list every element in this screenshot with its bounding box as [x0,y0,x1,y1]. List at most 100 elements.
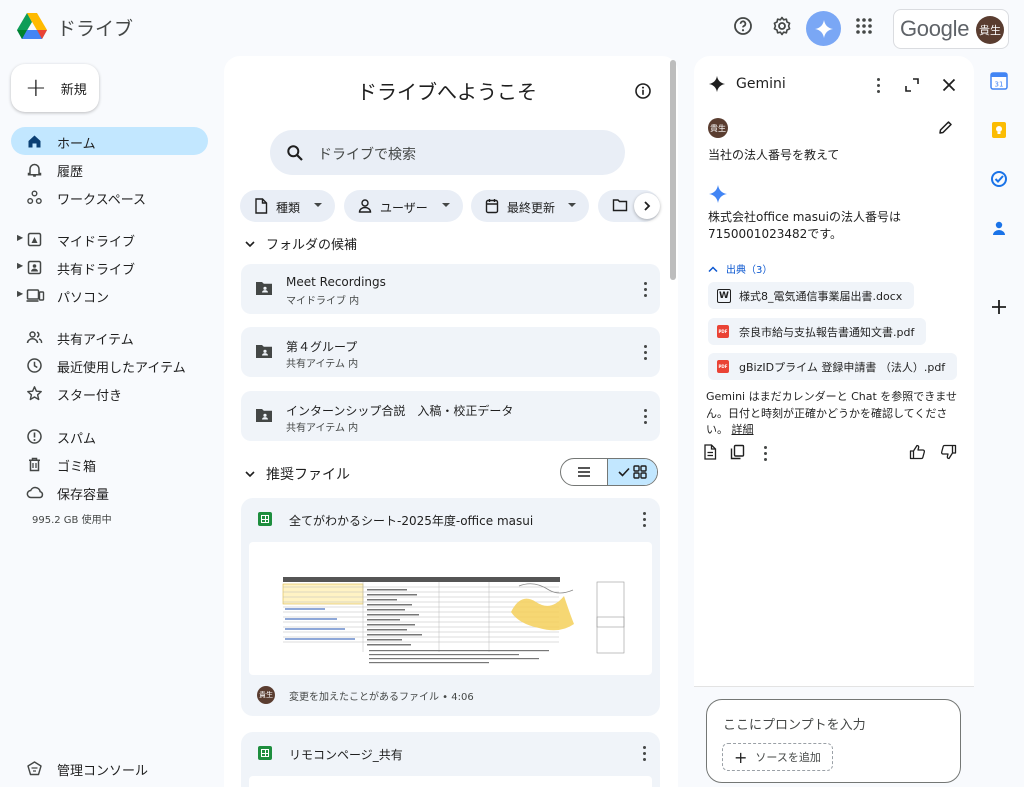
sidebar-item-home[interactable]: ホーム [11,127,208,155]
more-options-icon[interactable] [643,746,647,764]
check-icon [618,467,630,477]
expand-arrow-icon[interactable]: ▶ [17,233,23,242]
shared-folder-icon [255,343,273,359]
file-card[interactable]: リモコンページ_共有 [241,732,660,787]
filter-chip-type[interactable]: 種類 [240,190,335,222]
gemini-spark-icon [708,75,726,93]
more-options-icon[interactable] [644,345,648,363]
clock-icon [26,357,43,374]
prompt-input[interactable]: ここにプロンプトを入力 + ソースを追加 [706,699,961,783]
folder-card[interactable]: Meet Recordings マイドライブ 内 [241,264,660,314]
search-bar[interactable]: ドライブで検索 [270,130,625,175]
shared-folder-icon [255,407,273,423]
chevron-down-icon [245,240,255,247]
sidebar-item-shared-drives[interactable]: ▶ 共有ドライブ [11,253,208,281]
expand-icon[interactable] [905,78,919,92]
bell-icon [26,161,43,178]
folder-name: 第４グループ [286,340,358,354]
add-source-button[interactable]: + ソースを追加 [722,743,833,771]
search-icon [286,144,304,162]
export-doc-icon[interactable] [703,444,717,460]
sidebar-item-recent[interactable]: 最近使用したアイテム [11,351,208,379]
sidebar-item-spam[interactable]: スパム [11,422,208,450]
edit-pencil-icon[interactable] [938,120,953,135]
user-avatar: 貴生 [708,118,728,138]
more-options-icon[interactable] [644,409,648,427]
details-link[interactable]: 詳細 [732,423,754,436]
search-placeholder: ドライブで検索 [318,147,416,163]
file-thumbnail[interactable] [249,542,652,675]
thumbs-up-icon[interactable] [909,444,926,460]
source-chip[interactable]: PDF gBizIDプライム 登録申請書 （法人）.pdf [708,353,958,380]
info-icon[interactable] [634,82,652,100]
file-card[interactable]: 全てがわかるシート-2025年度-office masui 貴生 変更を加えたこ… [241,498,660,716]
folder-suggestions-header[interactable]: フォルダの候補 [244,234,357,253]
gemini-spark-icon [814,19,833,38]
plus-icon: + [25,73,47,103]
suggested-files-header[interactable]: 推奨ファイル [244,464,350,484]
sidebar-item-my-drive[interactable]: ▶ マイドライブ [11,225,208,253]
drive-logo-icon[interactable] [16,12,48,42]
file-activity: 貴生 変更を加えたことがあるファイル • 4:06 [257,686,474,704]
source-chip[interactable]: W 様式8_電気通信事業届出書.docx [708,282,915,309]
google-brand: Google [900,16,970,41]
star-icon [26,385,43,402]
more-options-icon[interactable] [643,512,647,530]
keep-app-icon[interactable] [990,121,1008,139]
account-avatar[interactable]: 貴生 [976,16,1004,44]
admin-shield-icon [26,760,43,777]
file-title: リモコンページ_共有 [289,748,403,762]
thumbs-down-icon[interactable] [940,444,957,460]
filter-chip-user[interactable]: ユーザー [344,190,463,222]
gemini-toggle-button[interactable] [806,11,841,46]
settings-gear-icon[interactable] [770,14,794,38]
sources-toggle[interactable]: 出典（3） [708,261,772,276]
google-sheets-icon [258,746,272,760]
admin-console-link[interactable]: 管理コンソール [11,754,208,782]
folder-card[interactable]: インターンシップ合説 入稿・校正データ 共有アイテム 内 [241,391,660,441]
expand-arrow-icon[interactable]: ▶ [17,261,23,270]
owner-avatar: 貴生 [257,686,275,704]
folder-location: 共有アイテム 内 [286,423,359,434]
folder-name: Meet Recordings [286,275,386,289]
tasks-app-icon[interactable] [990,170,1008,188]
sidebar-item-workspaces[interactable]: ワークスペース [11,183,208,211]
sidebar-item-starred[interactable]: スター付き [11,379,208,407]
main-scrollbar[interactable] [670,60,676,280]
list-view-button[interactable] [561,459,609,485]
file-card-header: リモコンページ_共有 [241,732,660,774]
dropdown-caret-icon [442,203,450,207]
view-toggle[interactable] [560,458,658,486]
more-options-icon[interactable] [644,282,648,300]
folder-location: 共有アイテム 内 [286,359,359,370]
source-chip[interactable]: PDF 奈良市給与支払報告書通知文書.pdf [708,318,927,345]
sidebar-item-storage[interactable]: 保存容量 [11,478,208,506]
apps-grid-icon[interactable] [852,14,876,38]
chevron-right-icon[interactable] [634,193,660,219]
shared-people-icon [26,329,43,346]
gemini-notice: Gemini はまだカレンダーと Chat を参照できません。日付と時刻が正確か… [706,390,957,436]
prompt-area: ここにプロンプトを入力 + ソースを追加 [694,686,974,787]
sidebar-item-shared-with-me[interactable]: 共有アイテム [11,323,208,351]
sidebar-item-trash[interactable]: ゴミ箱 [11,450,208,478]
add-addon-plus-icon[interactable] [990,298,1008,316]
copy-icon[interactable] [730,444,745,460]
home-icon [26,133,43,150]
folder-card[interactable]: 第４グループ 共有アイテム 内 [241,327,660,377]
sidebar-item-computers[interactable]: ▶ パソコン [11,281,208,309]
more-options-icon[interactable] [877,78,881,96]
calendar-icon [485,198,499,214]
close-icon[interactable] [942,78,956,92]
expand-arrow-icon[interactable]: ▶ [17,289,23,298]
sidebar-item-history[interactable]: 履歴 [11,155,208,183]
contacts-app-icon[interactable] [990,219,1008,237]
more-options-icon[interactable] [764,446,768,464]
gemini-answer: 株式会社office masuiの法人番号は7150001023482です。 [708,210,901,242]
filter-chip-modified[interactable]: 最終更新 [471,190,589,222]
new-button[interactable]: + 新規 [11,64,99,112]
grid-view-button[interactable] [608,459,657,485]
google-sheets-icon [258,512,272,526]
calendar-app-icon[interactable]: 31 [990,72,1008,90]
help-icon[interactable] [731,14,755,38]
file-thumbnail[interactable] [249,776,652,787]
